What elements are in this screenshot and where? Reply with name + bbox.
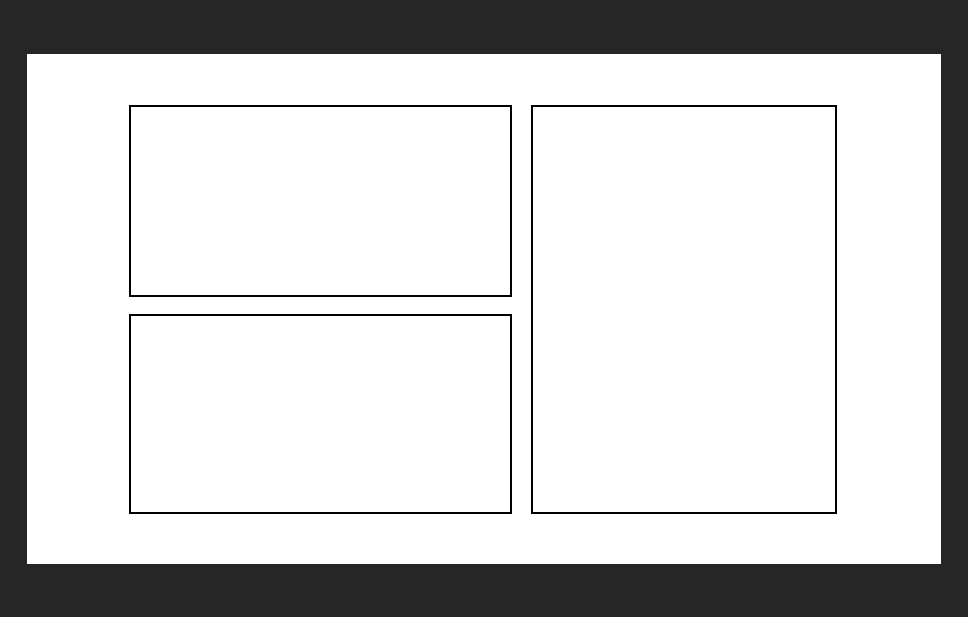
canvas — [27, 54, 941, 564]
box-top-left — [129, 105, 512, 297]
box-bottom-left — [129, 314, 512, 514]
box-right — [531, 105, 837, 514]
